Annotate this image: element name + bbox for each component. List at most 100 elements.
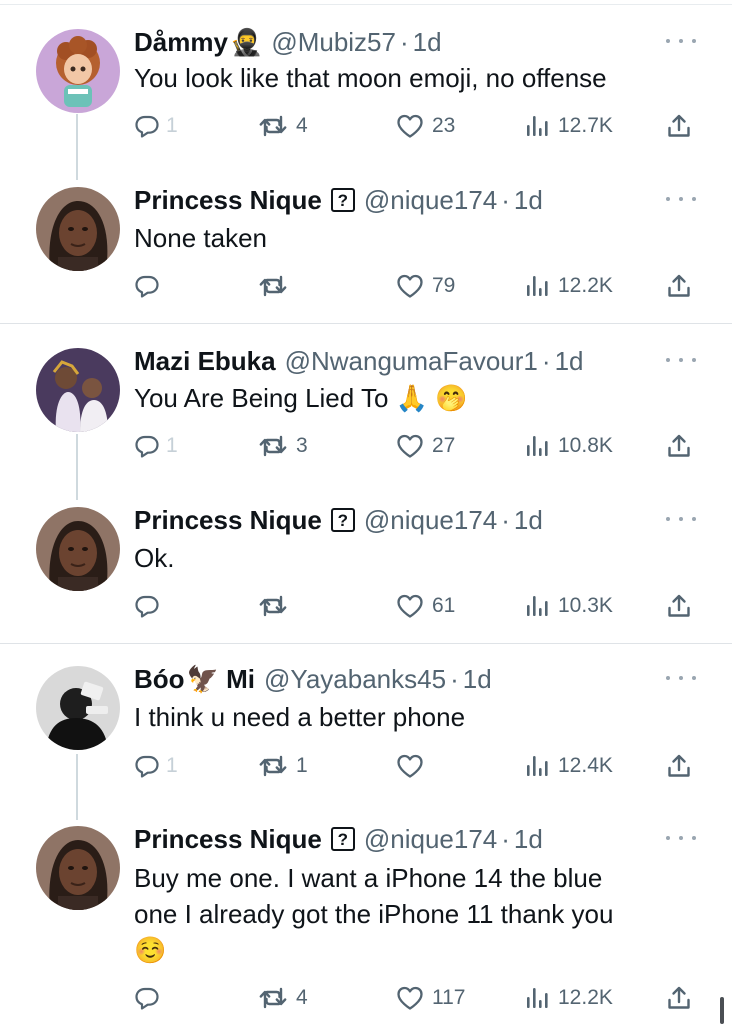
reply-button[interactable] bbox=[134, 980, 166, 1016]
author-handle[interactable]: @Yayabanks45 bbox=[264, 664, 446, 695]
heart-icon bbox=[396, 985, 424, 1011]
reply-button[interactable]: 1 bbox=[134, 108, 178, 144]
views-button[interactable]: 10.8K bbox=[524, 428, 613, 464]
separator-dot: · bbox=[450, 663, 459, 694]
author-name[interactable]: Princess Nique bbox=[134, 185, 322, 216]
share-button[interactable] bbox=[666, 108, 692, 144]
heart-icon bbox=[396, 433, 424, 459]
tweet[interactable]: Princess Nique ? @nique174 · 1d Ok. 61 1… bbox=[0, 484, 732, 643]
like-button[interactable] bbox=[396, 748, 432, 784]
like-count: 61 bbox=[432, 594, 456, 617]
views-button[interactable]: 12.4K bbox=[524, 748, 613, 784]
like-button[interactable]: 23 bbox=[396, 108, 455, 144]
tweet[interactable]: Mazi Ebuka @NwangumaFavour1 · 1d You Are… bbox=[0, 324, 732, 484]
timestamp[interactable]: 1d bbox=[514, 824, 543, 855]
author-name[interactable]: Princess Nique bbox=[134, 505, 322, 536]
author-name[interactable]: Princess Nique bbox=[134, 824, 322, 855]
view-count: 12.2K bbox=[558, 274, 613, 297]
avatar[interactable] bbox=[36, 348, 120, 432]
reply-icon bbox=[134, 593, 160, 619]
tweet[interactable]: Dåmmy 🥷 @Mubiz57 · 1d You look like that… bbox=[0, 0, 732, 160]
share-button[interactable] bbox=[666, 980, 692, 1016]
share-button[interactable] bbox=[666, 748, 692, 784]
share-button[interactable] bbox=[666, 588, 692, 624]
share-icon bbox=[666, 113, 692, 139]
views-icon bbox=[524, 273, 550, 299]
views-button[interactable]: 12.2K bbox=[524, 980, 613, 1016]
reply-count: 1 bbox=[166, 114, 178, 137]
action-bar: 61 10.3K bbox=[0, 588, 732, 624]
tweet[interactable]: Princess Nique ? @nique174 · 1d None tak… bbox=[0, 160, 732, 323]
share-button[interactable] bbox=[666, 268, 692, 304]
reply-button[interactable]: 1 bbox=[134, 428, 178, 464]
avatar[interactable] bbox=[36, 29, 120, 113]
scrollbar[interactable] bbox=[720, 997, 724, 1024]
tweet[interactable]: Bóo 🦅 Mi @Yayabanks45 · 1d I think u nee… bbox=[0, 644, 732, 804]
author-name[interactable]: Bóo bbox=[134, 664, 185, 695]
retweet-button[interactable] bbox=[258, 268, 296, 304]
more-icon[interactable] bbox=[666, 31, 696, 51]
author-name[interactable]: Dåmmy bbox=[134, 27, 228, 58]
timestamp[interactable]: 1d bbox=[463, 664, 492, 695]
author-handle[interactable]: @nique174 bbox=[364, 824, 497, 855]
like-count: 117 bbox=[432, 986, 466, 1009]
timestamp[interactable]: 1d bbox=[514, 505, 543, 536]
action-bar: 1 3 27 10.8K bbox=[0, 428, 732, 464]
timestamp[interactable]: 1d bbox=[413, 27, 442, 58]
more-icon[interactable] bbox=[666, 509, 696, 529]
author-handle[interactable]: @Mubiz57 bbox=[271, 27, 396, 58]
separator-dot: · bbox=[501, 184, 510, 215]
reply-button[interactable]: 1 bbox=[134, 748, 178, 784]
views-button[interactable]: 12.2K bbox=[524, 268, 613, 304]
like-button[interactable]: 79 bbox=[396, 268, 455, 304]
views-button[interactable]: 12.7K bbox=[524, 108, 613, 144]
timestamp[interactable]: 1d bbox=[514, 185, 543, 216]
retweet-button[interactable] bbox=[258, 588, 296, 624]
view-count: 12.2K bbox=[558, 986, 613, 1009]
reply-button[interactable] bbox=[134, 588, 166, 624]
retweet-icon bbox=[258, 593, 288, 619]
views-icon bbox=[524, 433, 550, 459]
action-bar: 79 12.2K bbox=[0, 268, 732, 304]
more-icon[interactable] bbox=[666, 189, 696, 209]
views-button[interactable]: 10.3K bbox=[524, 588, 613, 624]
retweet-icon bbox=[258, 985, 288, 1011]
avatar[interactable] bbox=[36, 666, 120, 750]
retweet-button[interactable]: 4 bbox=[258, 980, 308, 1016]
reply-icon bbox=[134, 433, 160, 459]
views-icon bbox=[524, 753, 550, 779]
retweet-button[interactable]: 1 bbox=[258, 748, 308, 784]
timestamp[interactable]: 1d bbox=[555, 346, 584, 377]
author-handle[interactable]: @NwangumaFavour1 bbox=[285, 346, 538, 377]
reply-button[interactable] bbox=[134, 268, 166, 304]
view-count: 12.7K bbox=[558, 114, 613, 137]
avatar[interactable] bbox=[36, 826, 120, 910]
tweet-text: Ok. bbox=[134, 543, 175, 573]
author-handle[interactable]: @nique174 bbox=[364, 505, 497, 536]
avatar[interactable] bbox=[36, 187, 120, 271]
like-button[interactable]: 117 bbox=[396, 980, 465, 1016]
like-button[interactable]: 61 bbox=[396, 588, 455, 624]
separator-dot: · bbox=[501, 823, 510, 854]
author-name[interactable]: Mazi Ebuka bbox=[134, 346, 276, 377]
retweet-button[interactable]: 3 bbox=[258, 428, 308, 464]
share-icon bbox=[666, 985, 692, 1011]
tweet-text: None taken bbox=[134, 223, 267, 253]
share-button[interactable] bbox=[666, 428, 692, 464]
like-button[interactable]: 27 bbox=[396, 428, 455, 464]
heart-icon bbox=[396, 593, 424, 619]
tweet[interactable]: Princess Nique ? @nique174 · 1d Buy me o… bbox=[0, 804, 732, 1024]
share-icon bbox=[666, 273, 692, 299]
verified-badge-placeholder: ? bbox=[330, 508, 355, 532]
avatar[interactable] bbox=[36, 507, 120, 591]
views-icon bbox=[524, 985, 550, 1011]
reply-icon bbox=[134, 273, 160, 299]
separator-dot: · bbox=[501, 504, 510, 535]
retweet-button[interactable]: 4 bbox=[258, 108, 308, 144]
like-count: 23 bbox=[432, 114, 456, 137]
more-icon[interactable] bbox=[666, 668, 696, 688]
more-icon[interactable] bbox=[666, 828, 696, 848]
views-icon bbox=[524, 593, 550, 619]
more-icon[interactable] bbox=[666, 350, 696, 370]
author-handle[interactable]: @nique174 bbox=[364, 185, 497, 216]
